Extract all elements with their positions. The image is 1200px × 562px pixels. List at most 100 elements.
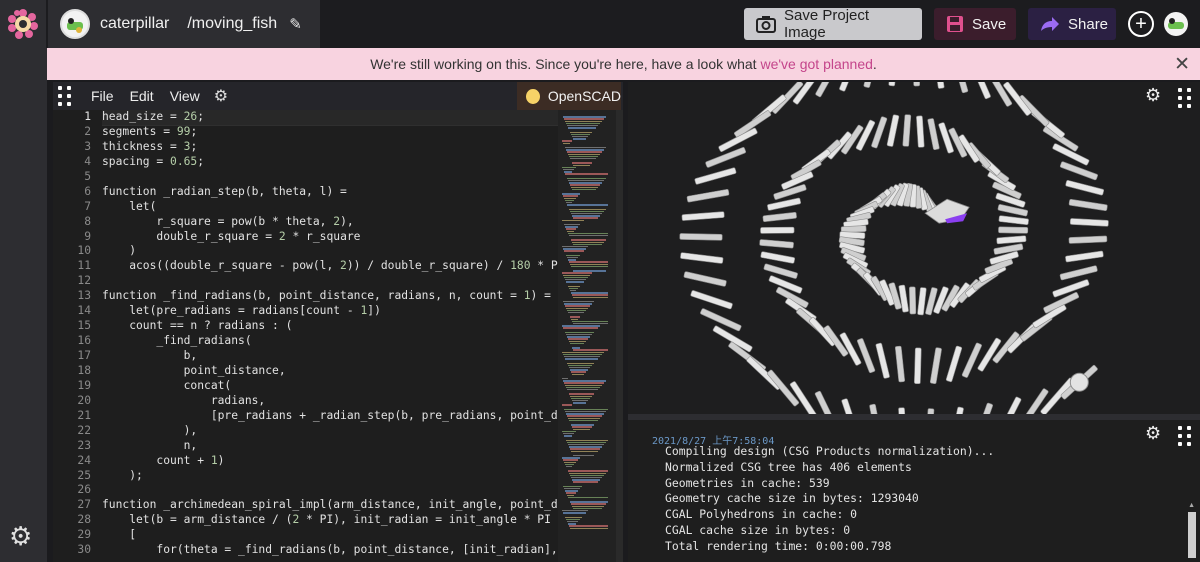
menu-file[interactable]: File — [91, 88, 114, 104]
console-line: CGAL Polyhedrons in cache: 0 — [665, 507, 858, 522]
3d-viewer[interactable]: ⚙ — [628, 82, 1200, 414]
code-line[interactable]: count == n ? radians : ( — [102, 319, 562, 334]
banner-text: We're still working on this. Since you'r… — [370, 56, 877, 72]
code-line[interactable]: let(pre_radians = radians[count - 1]) — [102, 304, 562, 319]
account-avatar[interactable] — [1164, 12, 1188, 36]
code-line[interactable]: let(b = arm_distance / (2 * PI), init_ra… — [102, 513, 562, 528]
code-area[interactable]: 1 2 3 4 5 6 7 8 9 10 11 12 13 14 15 16 17 18 19 20 21 22 23 24 2… — [53, 110, 623, 562]
skeleton-segment — [995, 396, 1022, 414]
gear-icon[interactable]: ⚙ — [1145, 423, 1161, 444]
minimap-line — [569, 155, 598, 158]
code-line[interactable] — [102, 483, 562, 498]
minimap-line — [563, 512, 586, 514]
code-line[interactable]: function _archimedean_spiral_impl(arm_di… — [102, 498, 562, 513]
minimap-line — [563, 353, 602, 356]
planned-link[interactable]: we've got planned — [760, 56, 872, 72]
minimap-line — [573, 138, 586, 140]
code-line[interactable]: ); — [102, 469, 562, 484]
console-scrollbar[interactable] — [1188, 512, 1196, 558]
minimap-line — [571, 213, 602, 215]
gear-icon[interactable]: ⚙ — [214, 86, 228, 106]
minimap-line — [562, 404, 572, 406]
close-icon[interactable]: ✕ — [1174, 53, 1190, 76]
minimap-line — [566, 149, 604, 151]
minimap-line — [572, 162, 592, 164]
skeleton-segment — [912, 82, 920, 87]
minimap-line — [569, 419, 598, 422]
skeleton-segment — [894, 345, 905, 383]
code-line[interactable]: segments = 99; — [102, 125, 562, 140]
code-line[interactable] — [102, 274, 562, 289]
skeleton-segment — [1059, 265, 1098, 281]
minimap-line — [564, 118, 604, 120]
code-line[interactable]: point_distance, — [102, 364, 562, 379]
code-line[interactable]: n, — [102, 439, 562, 454]
line-number: 25 — [77, 468, 91, 482]
spiral-fish-model[interactable] — [628, 82, 1200, 414]
minimap-line — [572, 479, 600, 481]
minimap[interactable] — [558, 110, 616, 562]
code-line[interactable]: acos((double_r_square - pow(l, 2)) / dou… — [102, 259, 562, 274]
code-line[interactable] — [102, 170, 562, 185]
code-line[interactable]: [ — [102, 528, 562, 543]
language-selector[interactable]: OpenSCAD — [517, 82, 621, 110]
line-number: 19 — [77, 378, 91, 392]
minimap-line — [565, 411, 606, 413]
minimap-line — [566, 334, 592, 336]
minimap-line — [567, 415, 602, 417]
console-line: Compiling design (CSG Products normaliza… — [665, 444, 995, 458]
app-logo[interactable] — [0, 0, 46, 48]
minimap-line — [570, 263, 608, 265]
scroll-up-icon[interactable]: ▲ — [1188, 502, 1195, 509]
code-line[interactable]: for(theta = _find_radians(b, point_dista… — [102, 543, 562, 558]
code-line[interactable]: head_size = 26; — [102, 110, 562, 126]
minimap-line — [567, 389, 598, 391]
line-number: 1 — [84, 110, 91, 123]
code-line[interactable]: radians, — [102, 394, 562, 409]
code-line[interactable]: ) — [102, 244, 562, 259]
skeleton-segment — [1059, 161, 1098, 181]
code-line[interactable]: let( — [102, 200, 562, 215]
code-line[interactable]: [pre_radians + _radian_step(b, pre_radia… — [102, 409, 562, 424]
code-line[interactable]: r_square = pow(b * theta, 2), — [102, 215, 562, 230]
code-line[interactable]: function _radian_step(b, theta, l) = — [102, 185, 562, 200]
gear-icon[interactable]: ⚙ — [9, 521, 32, 552]
save-project-image-button[interactable]: Save Project Image — [744, 7, 922, 41]
minimap-line — [572, 241, 604, 243]
save-button[interactable]: Save — [934, 8, 1016, 40]
minimap-line — [570, 184, 600, 186]
share-button[interactable]: Share — [1028, 8, 1116, 40]
code-line[interactable]: thickness = 3; — [102, 140, 562, 155]
minimap-line — [565, 358, 598, 360]
line-number: 7 — [84, 199, 91, 213]
plus-circle-icon[interactable]: + — [1128, 11, 1154, 37]
pencil-icon[interactable]: ✎ — [289, 15, 302, 33]
grip-icon[interactable] — [53, 82, 75, 110]
skeleton-segment — [694, 167, 737, 185]
project-filename[interactable]: /moving_fish — [187, 15, 277, 33]
menu-edit[interactable]: Edit — [130, 88, 154, 104]
editor-scrollbar[interactable] — [616, 110, 623, 562]
line-number: 16 — [77, 334, 91, 348]
code-line[interactable]: function _find_radians(b, point_distance… — [102, 289, 562, 304]
language-dot-icon — [526, 88, 540, 104]
code-line[interactable]: b, — [102, 349, 562, 364]
minimap-line — [562, 193, 580, 195]
username[interactable]: caterpillar — [100, 15, 169, 33]
line-number: 3 — [84, 139, 91, 153]
user-avatar[interactable] — [60, 9, 90, 39]
code-line[interactable]: spacing = 0.65; — [102, 155, 562, 170]
left-rail: ⚙ — [0, 48, 47, 562]
minimap-line — [567, 521, 578, 523]
minimap-line — [563, 142, 570, 144]
minimap-line — [569, 525, 608, 527]
grip-icon[interactable] — [1178, 426, 1191, 446]
code-line[interactable]: count + 1) — [102, 454, 562, 469]
code-line[interactable]: ), — [102, 424, 562, 439]
menu-view[interactable]: View — [170, 88, 200, 104]
code-line[interactable]: double_r_square = 2 * r_square — [102, 230, 562, 245]
code-line[interactable]: concat( — [102, 379, 562, 394]
code-text[interactable]: head_size = 26; segments = 99; thickness =… — [102, 110, 562, 558]
code-line[interactable]: _find_radians( — [102, 334, 562, 349]
skeleton-segment — [681, 211, 725, 221]
